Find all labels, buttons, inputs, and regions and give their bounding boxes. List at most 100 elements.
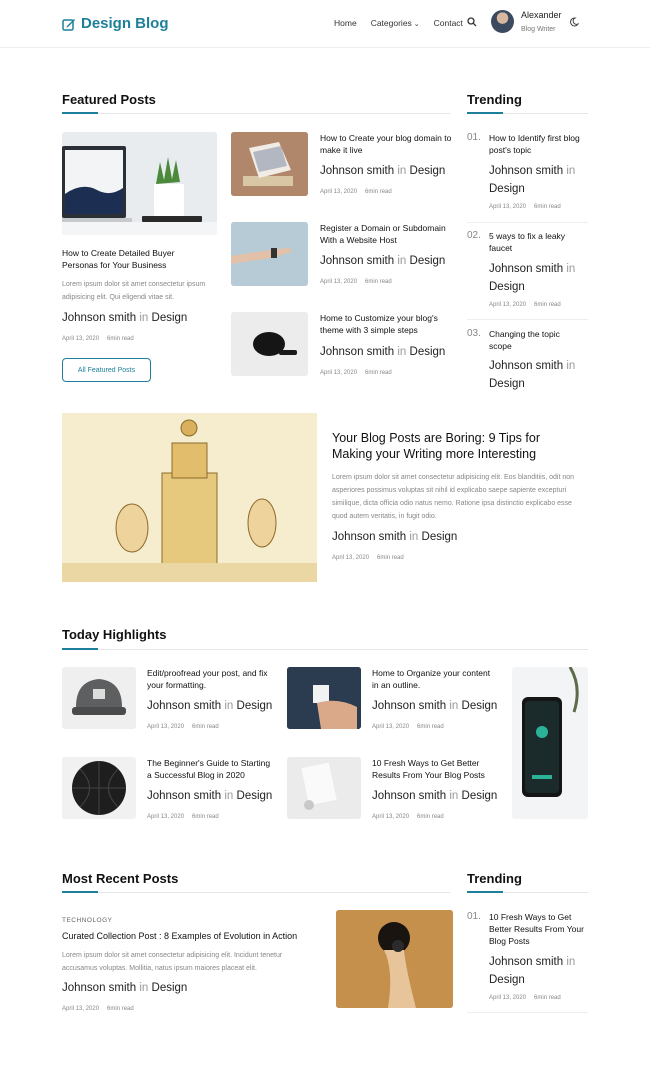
trending-item-title[interactable]: 10 Fresh Ways to Get Better Results From… <box>489 911 589 947</box>
author-name[interactable]: Johnson smith <box>372 700 446 712</box>
avatar[interactable] <box>491 10 514 33</box>
author-in: in <box>566 165 576 177</box>
nav-contact[interactable]: Contact <box>434 18 463 28</box>
main-nav: Home Categories ⌄ Contact <box>334 18 463 28</box>
author-name[interactable]: Johnson smith <box>489 956 563 968</box>
post-date: April 13, 2020 <box>147 814 185 820</box>
featured-item-title[interactable]: Register a Domain or Subdomain With a We… <box>320 222 455 246</box>
chevron-down-icon: ⌄ <box>411 21 420 28</box>
post-date: April 13, 2020 <box>320 279 358 285</box>
highlight-image[interactable] <box>287 667 361 729</box>
highlight-image[interactable] <box>62 757 136 819</box>
notebook-image <box>287 757 361 819</box>
author-category[interactable]: Design <box>237 790 273 802</box>
featured-main-title[interactable]: How to Create Detailed Buyer Personas fo… <box>62 247 212 271</box>
author-category[interactable]: Design <box>489 183 525 195</box>
author-category[interactable]: Design <box>489 281 525 293</box>
author-name[interactable]: Johnson smith <box>147 790 221 802</box>
author-in: in <box>397 165 407 177</box>
vintage-illustration <box>62 413 317 582</box>
author-category[interactable]: Design <box>462 700 498 712</box>
recent-line <box>62 892 450 893</box>
read-time: 6min read <box>534 995 561 1001</box>
author-line: Johnson smith in Design <box>489 357 584 393</box>
highlight-title[interactable]: The Beginner's Guide to Starting a Succe… <box>147 757 275 781</box>
author-line: Johnson smith in Design <box>489 162 584 198</box>
author-category[interactable]: Design <box>422 531 458 543</box>
author-name[interactable]: Johnson smith <box>372 790 446 802</box>
highlights-line <box>62 649 588 650</box>
trending-item-title[interactable]: 5 ways to fix a leaky faucet <box>489 230 584 254</box>
bag-image <box>231 312 308 376</box>
author-category[interactable]: Design <box>410 255 446 267</box>
author-in: in <box>566 956 576 968</box>
read-time: 6min read <box>377 555 404 561</box>
banner-excerpt: Lorem ipsum dolor sit amet consectetur a… <box>332 474 575 520</box>
featured-item-image[interactable] <box>231 312 308 376</box>
ball-image <box>62 757 136 819</box>
search-icon[interactable] <box>467 17 477 27</box>
post-category[interactable]: TECHNOLOGY <box>62 917 113 924</box>
author-name[interactable]: Johnson smith <box>62 982 136 994</box>
author-in: in <box>224 700 234 712</box>
author-category[interactable]: Design <box>410 346 446 358</box>
author-category[interactable]: Design <box>237 700 273 712</box>
post-meta: April 13, 2020 6min read <box>489 204 561 210</box>
trending-item-title[interactable]: Changing the topic scope <box>489 328 584 352</box>
trending-title: Trending <box>467 92 522 107</box>
highlight-phone-image[interactable] <box>512 667 588 819</box>
author-name[interactable]: Johnson smith <box>332 531 406 543</box>
highlight-title[interactable]: Edit/proofread your post, and fix your f… <box>147 667 272 691</box>
post-meta: April 13, 2020 6min read <box>320 279 392 285</box>
author-in: in <box>397 255 407 267</box>
post-meta: April 13, 2020 6min read <box>372 814 444 820</box>
author-name[interactable]: Johnson smith <box>489 360 563 372</box>
post-date: April 13, 2020 <box>147 724 185 730</box>
author-name[interactable]: Johnson smith <box>320 165 394 177</box>
author-category[interactable]: Design <box>462 790 498 802</box>
banner-image[interactable] <box>62 413 317 582</box>
author-line: Johnson smith in Design <box>147 790 272 802</box>
trending-item-title[interactable]: How to Identify first blog post's topic <box>489 132 589 156</box>
author-name[interactable]: Johnson smith <box>489 263 563 275</box>
highlight-title[interactable]: Home to Organize your content in an outl… <box>372 667 497 691</box>
featured-item-title[interactable]: How to Create your blog domain to make i… <box>320 132 455 156</box>
highlight-image[interactable] <box>287 757 361 819</box>
featured-title: Featured Posts <box>62 92 156 107</box>
author-category[interactable]: Design <box>489 378 525 390</box>
author-category[interactable]: Design <box>489 974 525 986</box>
moon-icon[interactable] <box>569 17 579 27</box>
author-category[interactable]: Design <box>152 312 188 324</box>
trending-number: 01. <box>467 132 481 143</box>
author-category[interactable]: Design <box>152 982 188 994</box>
author-name[interactable]: Johnson smith <box>147 700 221 712</box>
highlight-title[interactable]: 10 Fresh Ways to Get Better Results From… <box>372 757 492 781</box>
site-logo[interactable]: Design Blog <box>62 15 169 32</box>
featured-main-image[interactable] <box>62 132 217 235</box>
author-name[interactable]: Johnson smith <box>320 346 394 358</box>
author-name[interactable]: Johnson smith <box>320 255 394 267</box>
featured-item-image[interactable] <box>231 222 308 286</box>
author-in: in <box>224 790 234 802</box>
recent-post-image[interactable] <box>336 910 453 1008</box>
featured-item-title[interactable]: Home to Customize your blog's theme with… <box>320 312 450 336</box>
author-in: in <box>409 531 419 543</box>
author-line: Johnson smith in Design <box>489 260 584 296</box>
nav-categories[interactable]: Categories ⌄ <box>371 18 420 28</box>
highlight-image[interactable] <box>62 667 136 729</box>
nav-home[interactable]: Home <box>334 18 357 28</box>
banner-title[interactable]: Your Blog Posts are Boring: 9 Tips for M… <box>332 430 572 462</box>
recent-title: Most Recent Posts <box>62 871 179 886</box>
all-featured-button[interactable]: All Featured Posts <box>62 358 151 382</box>
author-name[interactable]: Johnson smith <box>489 165 563 177</box>
woman-image <box>336 910 453 1008</box>
recent-post-title[interactable]: Curated Collection Post : 8 Examples of … <box>62 930 327 942</box>
featured-item-image[interactable] <box>231 132 308 196</box>
author-category[interactable]: Design <box>410 165 446 177</box>
post-meta: April 13, 2020 6min read <box>147 814 219 820</box>
author-name[interactable]: Johnson smith <box>62 312 136 324</box>
author-in: in <box>566 263 576 275</box>
user-name: Alexander <box>521 10 562 20</box>
read-time: 6min read <box>365 370 392 376</box>
post-meta: April 13, 2020 6min read <box>332 555 404 561</box>
